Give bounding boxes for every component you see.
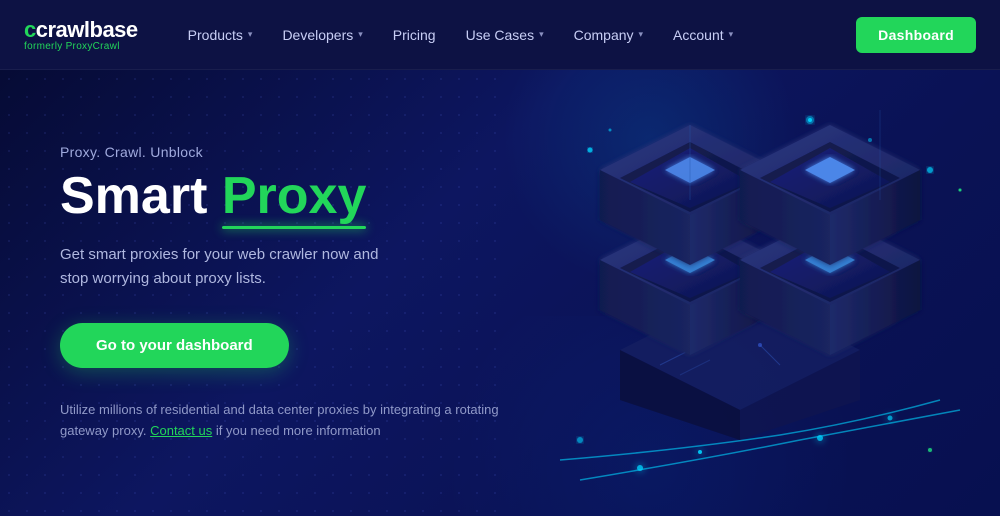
hero-description: Get smart proxies for your web crawler n… <box>60 243 400 291</box>
logo-bracket: c <box>24 17 36 42</box>
hero-graphic <box>500 90 980 510</box>
navbar: ccrawlbase formerly ProxyCrawl Products … <box>0 0 1000 70</box>
nav-item-pricing[interactable]: Pricing <box>379 19 450 51</box>
chevron-down-icon: ▾ <box>248 29 253 40</box>
hero-cta-button[interactable]: Go to your dashboard <box>60 323 289 368</box>
hero-content: Proxy. Crawl. Unblock Smart Proxy Get sm… <box>0 144 500 442</box>
hero-title: Smart Proxy <box>60 168 500 225</box>
nav-item-products[interactable]: Products ▾ <box>174 19 267 51</box>
isometric-illustration <box>500 90 980 510</box>
hero-info: Utilize millions of residential and data… <box>60 400 500 442</box>
nav-item-developers[interactable]: Developers ▾ <box>268 19 376 51</box>
nav-item-company[interactable]: Company ▾ <box>560 19 657 51</box>
nav-links: Products ▾ Developers ▾ Pricing Use Case… <box>174 19 857 51</box>
nav-item-use-cases[interactable]: Use Cases ▾ <box>452 19 558 51</box>
logo-text: ccrawlbase <box>24 17 138 43</box>
chevron-down-icon: ▾ <box>639 29 644 40</box>
chevron-down-icon: ▾ <box>539 29 544 40</box>
hero-tagline: Proxy. Crawl. Unblock <box>60 144 500 160</box>
hero-section: Proxy. Crawl. Unblock Smart Proxy Get sm… <box>0 70 1000 516</box>
dashboard-button[interactable]: Dashboard <box>856 17 976 53</box>
chevron-down-icon: ▾ <box>729 29 734 40</box>
hero-title-highlight: Proxy <box>222 168 367 225</box>
nav-item-account[interactable]: Account ▾ <box>659 19 747 51</box>
logo[interactable]: ccrawlbase formerly ProxyCrawl <box>24 17 138 52</box>
contact-link[interactable]: Contact us <box>150 423 212 438</box>
chevron-down-icon: ▾ <box>358 29 363 40</box>
logo-subtitle: formerly ProxyCrawl <box>24 41 138 52</box>
